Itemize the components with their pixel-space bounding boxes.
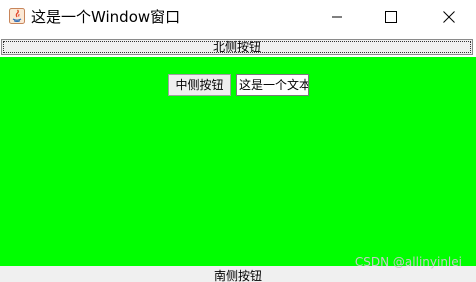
maximize-button[interactable] <box>368 0 414 34</box>
north-button[interactable]: 北侧按钮 <box>1 39 473 55</box>
close-button[interactable] <box>426 0 472 34</box>
watermark: CSDN @allinyinlei <box>354 255 462 269</box>
center-button[interactable]: 中侧按钮 <box>168 74 231 96</box>
window-title: 这是一个Window窗口 <box>31 8 181 26</box>
java-icon <box>9 8 25 24</box>
maximize-icon <box>385 11 397 23</box>
center-panel: 中侧按钮 这是一个文本 <box>0 57 476 266</box>
title-bar[interactable]: 这是一个Window窗口 <box>0 0 476 36</box>
minimize-icon <box>332 16 342 18</box>
close-icon <box>443 11 455 23</box>
app-window: 这是一个Window窗口 北侧按钮 中侧按钮 这是一个文本 南侧按钮 CSDN … <box>0 0 476 282</box>
text-field[interactable]: 这是一个文本 <box>236 74 309 96</box>
minimize-button[interactable] <box>314 0 360 34</box>
